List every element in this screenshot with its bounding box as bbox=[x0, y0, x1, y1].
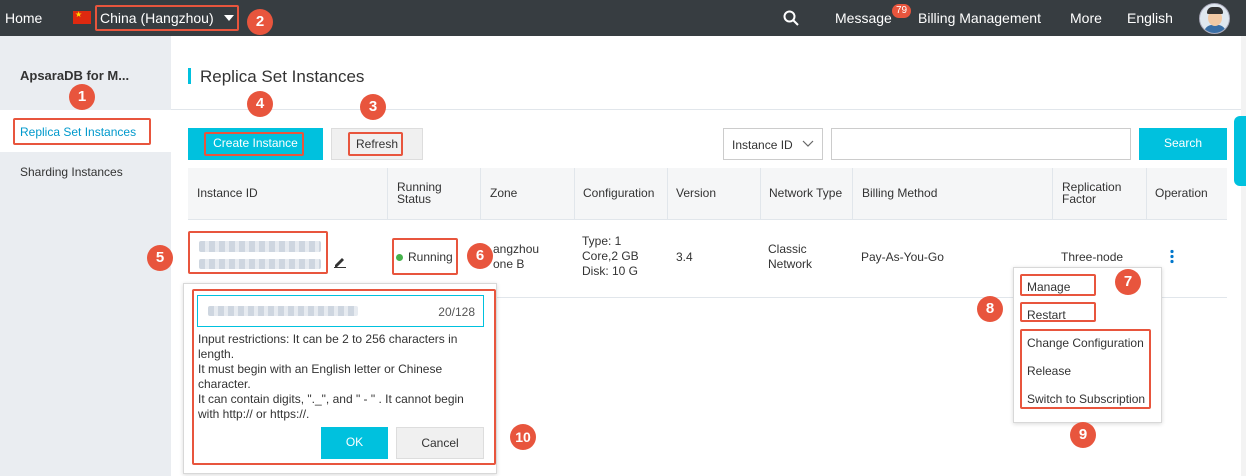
avatar[interactable] bbox=[1199, 3, 1230, 34]
col-header-configuration: Configuration bbox=[583, 186, 655, 200]
title-accent-bar bbox=[188, 68, 191, 84]
highlight-menu-others bbox=[1020, 329, 1151, 409]
more-menu[interactable]: More bbox=[1070, 10, 1102, 26]
callout-badge: 6 bbox=[467, 243, 493, 269]
callout-badge: 10 bbox=[510, 424, 536, 450]
callout-badge: 8 bbox=[977, 296, 1003, 322]
instance-id-filter-select[interactable]: Instance ID bbox=[723, 128, 823, 160]
scrollbar-track[interactable] bbox=[1241, 36, 1246, 476]
search-icon[interactable] bbox=[783, 10, 799, 26]
search-input[interactable] bbox=[831, 128, 1131, 160]
replication-factor: Three-node bbox=[1061, 250, 1124, 264]
configuration-line-1: Type: 1 bbox=[582, 234, 622, 248]
callout-badge: 5 bbox=[147, 245, 173, 271]
header-divider bbox=[171, 109, 1246, 110]
sidebar-brand: ApsaraDB for M... bbox=[20, 68, 130, 83]
callout-badge: 9 bbox=[1070, 422, 1096, 448]
callout-badge: 3 bbox=[360, 94, 386, 120]
highlight-refresh bbox=[348, 132, 403, 156]
col-header-network-type: Network Type bbox=[769, 186, 843, 200]
callout-badge: 4 bbox=[247, 91, 273, 117]
chevron-down-icon bbox=[802, 140, 814, 147]
zone-line-2: one B bbox=[493, 257, 525, 271]
message-count-badge: 79 bbox=[892, 4, 912, 18]
china-flag-icon bbox=[73, 10, 91, 24]
network-type-line-1: Classic bbox=[768, 242, 807, 256]
side-drawer-toggle[interactable] bbox=[1234, 116, 1246, 186]
more-vertical-icon[interactable] bbox=[1168, 249, 1176, 265]
col-header-billing-method: Billing Method bbox=[862, 186, 938, 200]
highlight-replica-set bbox=[13, 118, 151, 145]
search-button[interactable]: Search bbox=[1139, 128, 1227, 160]
callout-badge: 7 bbox=[1115, 269, 1141, 295]
configuration-line-2: Core,2 GB bbox=[582, 249, 639, 263]
highlight-create bbox=[204, 132, 304, 156]
highlight-restart bbox=[1020, 302, 1096, 322]
billing-management-link[interactable]: Billing Management bbox=[918, 10, 1041, 26]
col-header-zone: Zone bbox=[490, 186, 518, 200]
col-header-instance-id: Instance ID bbox=[197, 186, 258, 200]
col-header-version: Version bbox=[676, 186, 717, 200]
callout-badge: 1 bbox=[69, 84, 95, 110]
sidebar-item-sharding-instances[interactable]: Sharding Instances bbox=[20, 165, 123, 179]
billing-method: Pay-As-You-Go bbox=[861, 250, 944, 264]
highlight-popover bbox=[192, 289, 496, 465]
language-selector[interactable]: English bbox=[1127, 10, 1173, 26]
highlight-instance-id bbox=[188, 231, 328, 274]
callout-badge: 2 bbox=[247, 9, 273, 35]
highlight-manage bbox=[1020, 274, 1096, 296]
col-header-operation: Operation bbox=[1155, 186, 1208, 200]
col-header-running-status-2: Status bbox=[397, 192, 432, 206]
header-bottom-border bbox=[188, 219, 1227, 220]
message-link[interactable]: Message bbox=[835, 10, 892, 26]
highlight-status bbox=[392, 238, 458, 275]
col-header-replication-factor-2: Factor bbox=[1062, 192, 1097, 206]
highlight-region bbox=[95, 5, 239, 31]
edit-pencil-icon[interactable] bbox=[333, 254, 347, 268]
network-type-line-2: Network bbox=[768, 257, 813, 271]
zone-line-1: angzhou bbox=[493, 242, 540, 256]
home-link[interactable]: Home bbox=[5, 10, 42, 26]
page-title: Replica Set Instances bbox=[200, 67, 365, 86]
configuration-line-3: Disk: 10 G bbox=[582, 264, 639, 278]
version: 3.4 bbox=[676, 250, 693, 264]
filter-select-value: Instance ID bbox=[732, 138, 793, 152]
